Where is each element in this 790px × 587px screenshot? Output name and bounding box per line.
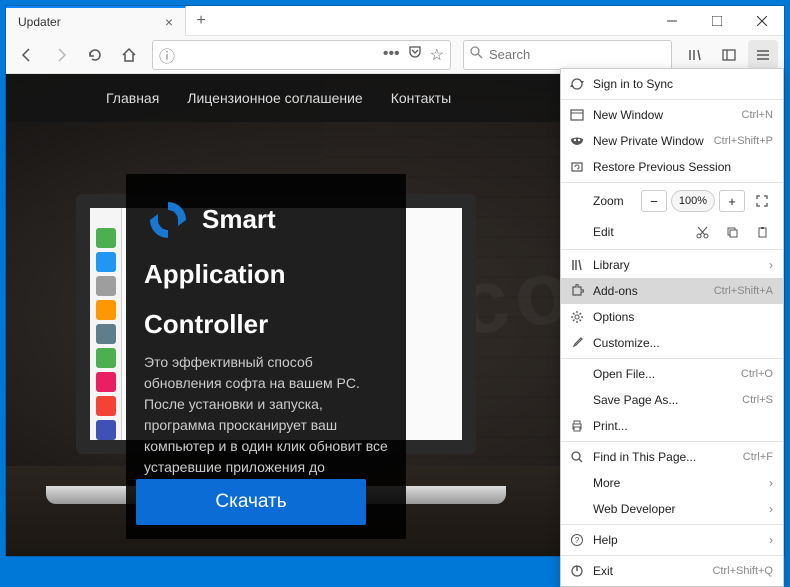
app-menu: Sign in to Sync New Window Ctrl+N New Pr… xyxy=(560,68,784,587)
maximize-button[interactable] xyxy=(694,6,739,36)
logo-icon xyxy=(144,196,192,244)
restore-icon xyxy=(569,160,585,174)
svg-text:?: ? xyxy=(575,536,580,545)
download-button[interactable]: Скачать xyxy=(136,479,366,525)
search-bar[interactable] xyxy=(463,40,672,70)
menu-help[interactable]: ? Help › xyxy=(561,527,783,553)
menu-open-file[interactable]: Open File... Ctrl+O xyxy=(561,361,783,387)
nav-home[interactable]: Главная xyxy=(106,90,159,106)
window-controls xyxy=(649,6,784,36)
forward-button[interactable] xyxy=(46,40,76,70)
menu-restore-session[interactable]: Restore Previous Session xyxy=(561,154,783,180)
puzzle-icon xyxy=(569,284,585,298)
library-icon xyxy=(569,258,585,272)
brand-name: Smart xyxy=(202,205,276,235)
brush-icon xyxy=(569,336,585,350)
browser-tab[interactable]: Updater × xyxy=(6,6,186,36)
sidebar-button[interactable] xyxy=(714,40,744,70)
library-button[interactable] xyxy=(680,40,710,70)
new-tab-button[interactable]: + xyxy=(186,6,216,36)
chevron-right-icon: › xyxy=(769,533,773,547)
menu-zoom: Zoom − 100% + xyxy=(561,185,783,217)
reload-button[interactable] xyxy=(80,40,110,70)
menu-more[interactable]: More › xyxy=(561,470,783,496)
search-input[interactable] xyxy=(489,47,665,62)
close-icon[interactable]: × xyxy=(161,14,177,30)
back-button[interactable] xyxy=(12,40,42,70)
menu-addons[interactable]: Add-ons Ctrl+Shift+A xyxy=(561,278,783,304)
menu-web-developer[interactable]: Web Developer › xyxy=(561,496,783,522)
menu-find[interactable]: Find in This Page... Ctrl+F xyxy=(561,444,783,470)
minimize-button[interactable] xyxy=(649,6,694,36)
menu-customize[interactable]: Customize... xyxy=(561,330,783,356)
fullscreen-button[interactable] xyxy=(749,190,775,212)
zoom-in-button[interactable]: + xyxy=(719,190,745,212)
menu-save-page[interactable]: Save Page As... Ctrl+S xyxy=(561,387,783,413)
sync-icon xyxy=(569,77,585,91)
info-icon[interactable]: ⓘ xyxy=(159,43,175,67)
zoom-out-button[interactable]: − xyxy=(641,190,667,212)
gear-icon xyxy=(569,310,585,324)
menu-new-window[interactable]: New Window Ctrl+N xyxy=(561,102,783,128)
menu-library[interactable]: Library › xyxy=(561,252,783,278)
menu-edit: Edit xyxy=(561,217,783,247)
menu-new-private[interactable]: New Private Window Ctrl+Shift+P xyxy=(561,128,783,154)
chevron-right-icon: › xyxy=(769,502,773,516)
menu-print[interactable]: Print... xyxy=(561,413,783,439)
url-bar[interactable]: ⓘ ••• ☆ xyxy=(152,40,451,70)
chevron-right-icon: › xyxy=(769,258,773,272)
power-icon xyxy=(569,564,585,578)
nav-license[interactable]: Лицензионное соглашение xyxy=(187,90,362,106)
titlebar: Updater × + xyxy=(6,6,784,36)
paste-button[interactable] xyxy=(749,221,775,243)
copy-button[interactable] xyxy=(719,221,745,243)
close-button[interactable] xyxy=(739,6,784,36)
zoom-level[interactable]: 100% xyxy=(671,190,715,212)
home-button[interactable] xyxy=(114,40,144,70)
menu-options[interactable]: Options xyxy=(561,304,783,330)
pocket-icon[interactable] xyxy=(408,45,422,65)
hero-description: Это эффективный способ обновления софта … xyxy=(144,352,388,499)
chevron-right-icon: › xyxy=(769,476,773,490)
menu-sign-in[interactable]: Sign in to Sync xyxy=(561,71,783,97)
bookmark-icon[interactable]: ☆ xyxy=(430,45,444,65)
menu-button[interactable] xyxy=(748,40,778,70)
hero-title-2: Controller xyxy=(144,310,388,340)
tab-title: Updater xyxy=(18,15,155,29)
nav-contacts[interactable]: Контакты xyxy=(391,90,451,106)
print-icon xyxy=(569,419,585,433)
search-icon xyxy=(470,46,483,64)
search-icon xyxy=(569,450,585,464)
help-icon: ? xyxy=(569,533,585,547)
cut-button[interactable] xyxy=(689,221,715,243)
window-icon xyxy=(569,108,585,122)
more-icon[interactable]: ••• xyxy=(383,45,400,65)
mask-icon xyxy=(569,134,585,148)
hero-title-1: Application xyxy=(144,260,388,290)
